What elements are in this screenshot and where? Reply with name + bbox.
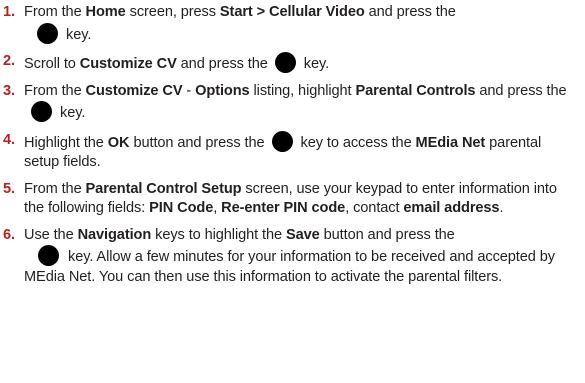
step-3: 3. From the Customize CV - Options listi… [0, 82, 585, 124]
step-text: button and press the [319, 226, 455, 243]
step-text: - [182, 82, 196, 99]
step-text: From the [24, 4, 86, 20]
step-bold-text: email address [403, 200, 500, 216]
step-bold-text: MEdia Net [415, 134, 486, 151]
step-bold-text: Start > Cellular Video [219, 4, 365, 20]
step-text: button and press the [129, 134, 265, 151]
step-bold-text: Customize CV [85, 82, 183, 99]
step-text: , contact [345, 200, 404, 216]
step-text: . [499, 200, 504, 216]
step-1: 1. From the Home screen, press Start > C… [0, 3, 585, 45]
step-text: From the [24, 180, 86, 197]
step-number: 3. [3, 82, 15, 99]
step-4: 4. Highlight the OK button and press the… [0, 130, 585, 173]
step-text: and press the [475, 82, 567, 99]
step-5: 5. From the Parental Control Setup scree… [0, 180, 585, 219]
step-number: 4. [3, 131, 15, 148]
key-icon [31, 101, 52, 122]
step-bold-text: Customize CV [79, 56, 177, 72]
step-text: , [213, 200, 222, 216]
step-text: screen, press [125, 4, 220, 20]
instruction-steps: 1. From the Home screen, press Start > C… [0, 3, 585, 294]
step-text: Use the [24, 226, 78, 243]
step-text: From the [24, 82, 86, 99]
step-bold-text: Options [195, 82, 250, 99]
step-text: and press the [364, 4, 456, 20]
step-bold-text: Parental Control Setup [85, 180, 242, 197]
step-number: 1. [3, 4, 15, 20]
key-icon [274, 52, 296, 73]
key-icon [271, 130, 293, 152]
step-text: key. [303, 56, 330, 72]
step-text: keys to highlight the [151, 226, 286, 243]
step-2: 2. Scroll to Customize CV and press the k… [0, 52, 585, 75]
step-bold-text: OK [107, 134, 130, 151]
step-text: key. [66, 26, 92, 43]
step-text: and press the [176, 56, 268, 72]
step-text: key. [60, 105, 86, 121]
step-bold-text: Navigation [77, 226, 152, 243]
step-bold-text: Home [85, 4, 126, 20]
step-text: key to access the [300, 134, 416, 151]
step-bold-text: Re-enter PIN code [221, 200, 346, 216]
step-6: 6. Use the Navigation keys to highlight … [0, 226, 585, 288]
key-icon [38, 245, 59, 266]
step-text: Scroll to [24, 56, 80, 72]
key-icon [37, 22, 58, 44]
step-number: 5. [3, 180, 15, 197]
step-text: key. Allow a few minutes for your inform… [24, 249, 555, 285]
step-bold-text: PIN Code [149, 200, 214, 216]
step-number: 6. [3, 226, 15, 243]
step-bold-text: Parental Controls [355, 82, 476, 99]
step-number: 2. [3, 53, 15, 69]
step-text: Highlight the [24, 134, 108, 151]
step-text: listing, highlight [249, 82, 356, 99]
step-bold-text: Save [285, 226, 320, 243]
